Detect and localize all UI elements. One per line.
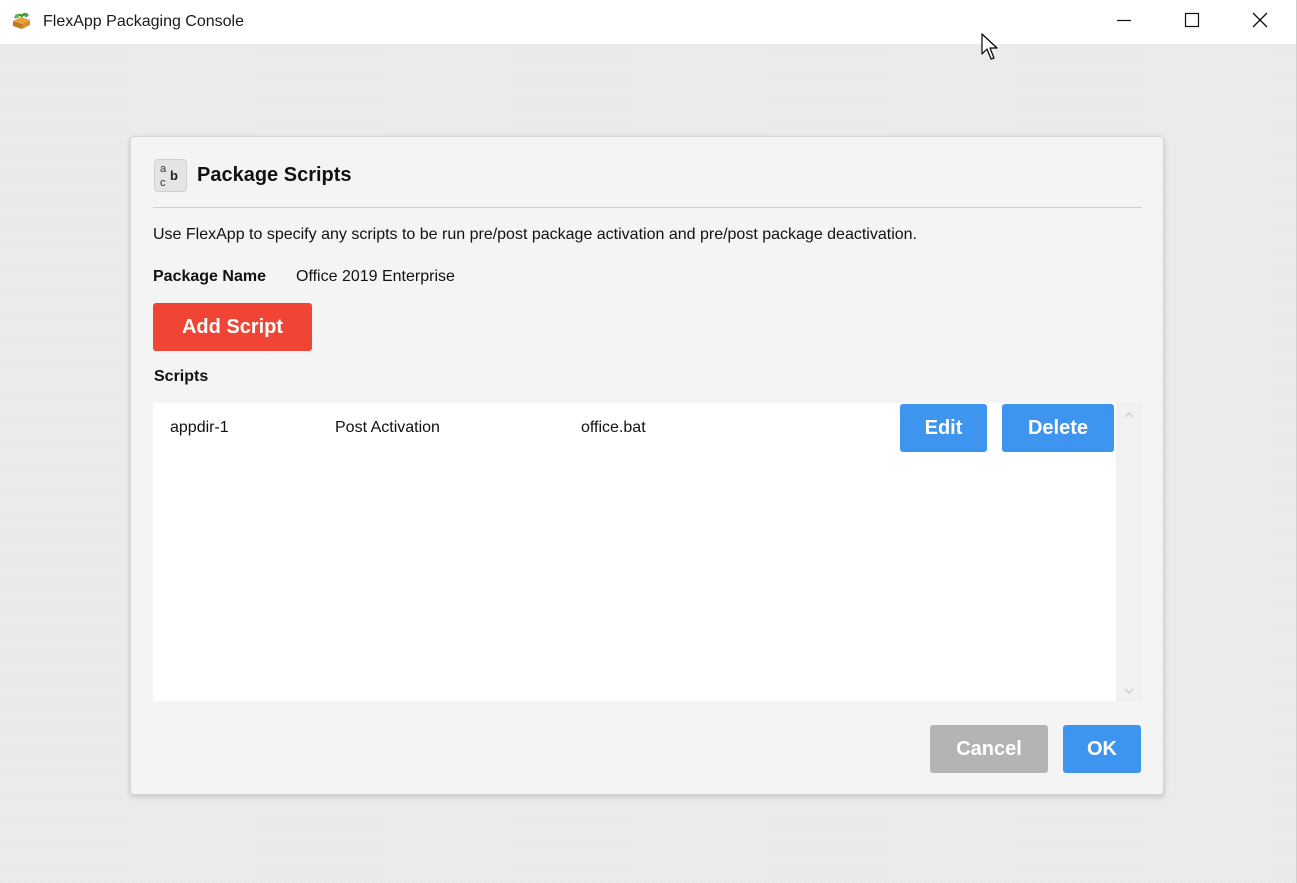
close-button[interactable] (1226, 0, 1294, 44)
svg-text:a: a (160, 163, 167, 175)
dialog-description: Use FlexApp to specify any scripts to be… (153, 226, 917, 243)
chevron-up-icon (1124, 405, 1134, 423)
minimize-button[interactable] (1090, 0, 1158, 44)
scroll-down-button[interactable] (1116, 679, 1142, 701)
svg-text:c: c (160, 177, 166, 189)
dialog-title: Package Scripts (197, 164, 352, 186)
scripts-scrollbar[interactable] (1116, 403, 1142, 701)
window-title: FlexApp Packaging Console (43, 13, 245, 30)
script-file: office.bat (581, 419, 646, 436)
package-name-value: Office 2019 Enterprise (296, 268, 455, 285)
svg-text:b: b (170, 168, 178, 183)
app-window: FlexApp Packaging Console a c b Package … (0, 0, 1297, 883)
maximize-button[interactable] (1158, 0, 1226, 44)
package-scripts-dialog: a c b Package Scripts Use FlexApp to spe… (130, 136, 1164, 795)
header-divider (153, 207, 1142, 208)
chevron-down-icon (1124, 681, 1134, 699)
flexapp-logo-icon (11, 12, 33, 30)
mouse-pointer-icon (981, 33, 1001, 63)
delete-script-button[interactable]: Delete (1002, 404, 1114, 452)
edit-script-button[interactable]: Edit (900, 404, 987, 452)
scroll-up-button[interactable] (1116, 403, 1142, 425)
scripts-list[interactable]: appdir-1 Post Activation office.bat Edit… (153, 403, 1142, 701)
title-bar[interactable]: FlexApp Packaging Console (0, 0, 1296, 44)
ok-button[interactable]: OK (1063, 725, 1141, 773)
close-icon (1252, 12, 1268, 33)
package-name-label: Package Name (153, 268, 266, 285)
script-abc-icon: a c b (154, 159, 187, 192)
cancel-button[interactable]: Cancel (930, 725, 1048, 773)
add-script-button[interactable]: Add Script (153, 303, 312, 351)
script-name: appdir-1 (170, 419, 229, 436)
minimize-icon (1116, 12, 1132, 33)
maximize-icon (1184, 12, 1200, 33)
script-type: Post Activation (335, 419, 440, 436)
script-row[interactable]: appdir-1 Post Activation office.bat Edit… (153, 403, 1116, 453)
scripts-section-label: Scripts (154, 368, 209, 385)
